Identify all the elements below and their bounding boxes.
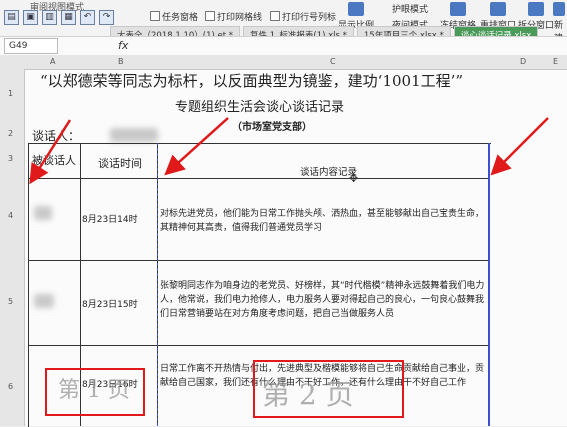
arrow-middle [164,117,229,176]
annotation-arrows [29,117,549,185]
arrow-left [29,119,72,185]
arrow-right [490,117,549,176]
